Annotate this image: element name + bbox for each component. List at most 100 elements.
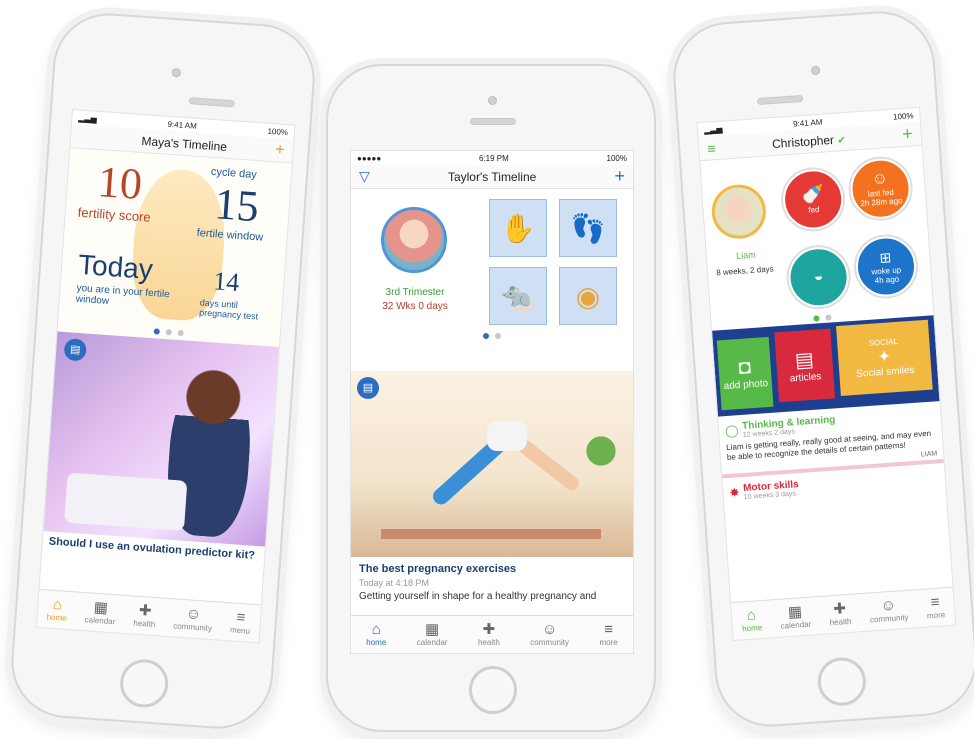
camera-icon: ◘ bbox=[737, 356, 752, 379]
tile-baby[interactable]: ◉ bbox=[559, 267, 617, 325]
tab-home[interactable]: ⌂ home bbox=[46, 596, 68, 623]
circle-woke-up[interactable]: ⊞ woke up 4h ago bbox=[853, 234, 919, 299]
menu-icon: ≡ bbox=[604, 621, 613, 638]
tab-label: health bbox=[133, 618, 156, 630]
card-social[interactable]: SOCIAL ✦ Social smiles bbox=[836, 319, 933, 396]
book-icon: ▤ bbox=[63, 338, 88, 362]
tab-community[interactable]: ☺ community bbox=[868, 596, 909, 625]
mom-avatar[interactable] bbox=[381, 207, 447, 273]
signal-icon: ▂▃▅ bbox=[703, 124, 723, 135]
plus-icon[interactable]: + bbox=[614, 166, 625, 187]
tab-label: home bbox=[366, 638, 387, 647]
tab-calendar[interactable]: ▦ calendar bbox=[779, 603, 811, 631]
page-dot[interactable] bbox=[177, 329, 184, 337]
tab-health[interactable]: ✚ health bbox=[133, 602, 156, 630]
tab-label: more bbox=[599, 638, 618, 647]
baby-avatar[interactable] bbox=[709, 182, 768, 241]
menu-icon: ≡ bbox=[930, 593, 941, 612]
plus-icon[interactable]: + bbox=[275, 141, 286, 160]
home-button[interactable] bbox=[816, 655, 868, 708]
filter-icon[interactable]: ▽ bbox=[359, 168, 370, 185]
book-icon: ▤ bbox=[794, 348, 815, 373]
tab-label: home bbox=[46, 612, 67, 623]
community-icon: ☺ bbox=[185, 605, 202, 624]
calendar-icon: ▦ bbox=[93, 598, 109, 617]
tab-label: more bbox=[926, 610, 946, 621]
tab-community[interactable]: ☺ community bbox=[530, 622, 569, 648]
tile-foot[interactable]: 👣 bbox=[559, 199, 617, 257]
tab-home[interactable]: ⌂ home bbox=[741, 606, 763, 634]
card-articles[interactable]: ▤ articles bbox=[774, 328, 836, 403]
page-dot[interactable] bbox=[813, 315, 820, 322]
yoga-mat bbox=[381, 529, 601, 539]
card-label: Social smiles bbox=[855, 364, 915, 380]
baby-name: Liam bbox=[735, 249, 756, 261]
card-add-photo[interactable]: ◘ add photo bbox=[716, 336, 774, 411]
page-dot[interactable] bbox=[495, 333, 501, 339]
tab-health[interactable]: ✚ health bbox=[828, 600, 852, 628]
tab-label: community bbox=[172, 621, 213, 634]
calendar-icon: ▦ bbox=[787, 603, 803, 622]
article-image[interactable]: ▤ bbox=[351, 371, 633, 557]
tile-animal[interactable]: 🐀 bbox=[489, 267, 547, 325]
circle-diaper[interactable]: ◒ bbox=[786, 245, 851, 310]
tab-label: home bbox=[741, 623, 763, 634]
weeks-label: 32 Wks 0 days bbox=[382, 301, 448, 312]
circle-last-fed[interactable]: ☺ last fed 2h 28m ago bbox=[848, 156, 913, 221]
tab-bar: ⌂ home ▦ calendar ✚ health ☺ community ≡ more bbox=[731, 586, 956, 641]
sparkle-icon: ✦ bbox=[877, 348, 892, 367]
trimester-label: 3rd Trimester bbox=[385, 287, 445, 298]
tab-community[interactable]: ☺ community bbox=[173, 605, 213, 633]
timeline-header: 3rd Trimester 32 Wks 0 days ✋ 👣 🐀 ◉ bbox=[351, 189, 633, 345]
stage: ▂▃▅ 9:41 AM 100% Maya's Timeline + 10 fe… bbox=[0, 0, 974, 739]
tile-hand[interactable]: ✋ bbox=[489, 199, 547, 257]
circle-fed[interactable]: 🍼 fed bbox=[781, 167, 846, 232]
tab-health[interactable]: ✚ health bbox=[477, 622, 500, 648]
status-battery: 100% bbox=[606, 153, 627, 163]
book-icon: ▤ bbox=[357, 377, 379, 399]
home-button[interactable] bbox=[469, 666, 517, 714]
animal-icon: 🐀 bbox=[500, 280, 536, 312]
article-time: Today at 4:18 PM bbox=[359, 578, 430, 588]
tab-calendar[interactable]: ▦ calendar bbox=[417, 621, 448, 648]
tab-home[interactable]: ⌂ home bbox=[366, 622, 387, 648]
tab-menu[interactable]: ≡ menu bbox=[230, 609, 252, 636]
menu-icon[interactable]: ≡ bbox=[707, 140, 716, 157]
screen-2: ●●●●● 6:19 PM 100% ▽ Taylor's Timeline +… bbox=[350, 150, 634, 654]
status-time: 6:19 PM bbox=[478, 153, 509, 163]
article-title[interactable]: The best pregnancy exercises bbox=[359, 563, 516, 575]
tab-calendar[interactable]: ▦ calendar bbox=[84, 598, 116, 627]
page-dot[interactable] bbox=[165, 329, 172, 336]
running-icon: ✸ bbox=[728, 485, 740, 500]
baby-dashboard: Liam 8 weeks, 2 days 🍼 fed ☺ last fed 2h 28… bbox=[700, 146, 933, 331]
speaker-grille bbox=[756, 94, 804, 106]
plant-shape bbox=[581, 421, 621, 481]
crib-icon: ⊞ bbox=[878, 248, 892, 266]
tab-more[interactable]: ≡ more bbox=[599, 621, 618, 648]
yoga-figure bbox=[401, 401, 601, 521]
page-dot[interactable] bbox=[483, 333, 489, 339]
tab-label: health bbox=[829, 616, 852, 628]
quick-cards: ◘ add photo ▤ articles SOCIAL ✦ Social smile… bbox=[712, 315, 940, 417]
home-icon: ⌂ bbox=[746, 606, 757, 625]
tab-more[interactable]: ≡ more bbox=[926, 593, 946, 621]
article-image[interactable]: ▤ bbox=[43, 331, 279, 547]
screen-1: ▂▃▅ 9:41 AM 100% Maya's Timeline + 10 fe… bbox=[35, 109, 296, 644]
checkmark-icon: ✔ bbox=[837, 134, 847, 147]
tab-label: health bbox=[477, 638, 500, 647]
nav-bar: ▽ Taylor's Timeline + bbox=[351, 165, 633, 189]
page-dot[interactable] bbox=[153, 328, 160, 335]
community-icon: ☺ bbox=[880, 596, 897, 615]
calendar-icon: ▦ bbox=[425, 621, 440, 638]
signal-icon: ▂▃▅ bbox=[78, 112, 98, 124]
bottle-icon: 🍼 bbox=[800, 183, 825, 206]
page-indicator[interactable] bbox=[351, 333, 633, 339]
sofa-shape bbox=[64, 472, 188, 531]
page-dot[interactable] bbox=[825, 314, 832, 321]
milestone-icon: ◯ bbox=[724, 423, 739, 439]
speaker-grille bbox=[188, 97, 236, 108]
yoga-torso bbox=[487, 421, 527, 451]
home-button[interactable] bbox=[118, 657, 170, 710]
hand-icon: ✋ bbox=[500, 212, 536, 244]
plus-icon[interactable]: + bbox=[902, 123, 914, 145]
